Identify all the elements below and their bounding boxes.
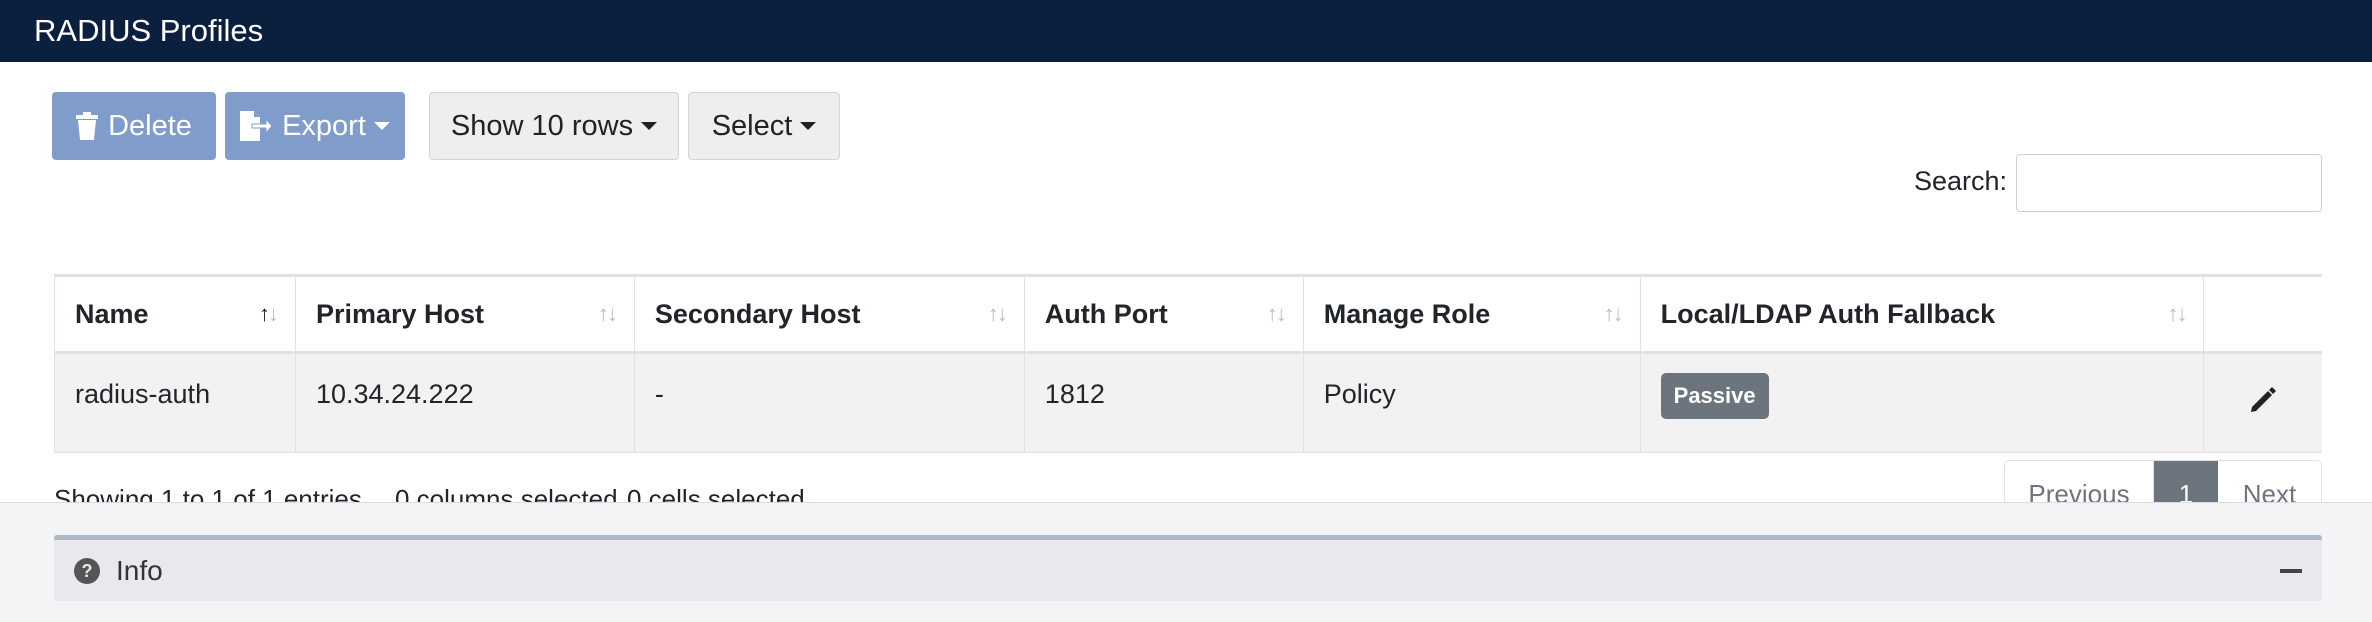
column-header-manage-role[interactable]: Manage Role ↑↓: [1302, 274, 1641, 354]
info-section: ? Info: [0, 502, 2372, 622]
select-dropdown[interactable]: Select: [688, 92, 840, 160]
column-header-fallback[interactable]: Local/LDAP Auth Fallback ↑↓: [1639, 274, 2204, 354]
show-rows-dropdown[interactable]: Show 10 rows: [429, 92, 679, 160]
edit-cell: [2203, 352, 2322, 453]
chevron-down-icon: [641, 122, 658, 130]
column-header-name[interactable]: Name ↑↓: [54, 274, 296, 354]
delete-button[interactable]: Delete: [52, 92, 216, 160]
file-export-icon: [240, 111, 273, 141]
sort-icon: ↑↓: [1603, 301, 1624, 326]
sort-icon: ↑↓: [2167, 301, 2187, 326]
column-header-actions: [2203, 274, 2322, 354]
table-header-row: Name ↑↓ Primary Host ↑↓ Secondary Host ↑…: [54, 274, 2322, 354]
sort-icon: ↑↓: [1266, 301, 1287, 326]
cell-primary-host[interactable]: 10.34.24.222: [294, 352, 635, 453]
svg-text:?: ?: [82, 561, 93, 581]
select-label: Select: [711, 109, 793, 142]
chevron-down-icon: [800, 122, 817, 130]
question-circle-icon: ?: [74, 557, 100, 584]
column-header-primary-host[interactable]: Primary Host ↑↓: [294, 274, 635, 354]
export-button[interactable]: Export: [225, 92, 405, 160]
sort-icon: ↑↓: [987, 301, 1008, 326]
search-label: Search:: [1914, 166, 2008, 196]
info-panel-title: Info: [116, 554, 163, 586]
search-input[interactable]: [2016, 154, 2322, 212]
chevron-down-icon: [373, 122, 390, 130]
minus-icon[interactable]: [2280, 568, 2302, 573]
show-rows-label: Show 10 rows: [450, 109, 634, 142]
main-content: Delete Export Show 10 rows Select Search…: [0, 62, 2372, 528]
sort-icon: ↑↓: [597, 301, 618, 326]
export-label: Export: [282, 109, 366, 142]
cell-secondary-host[interactable]: -: [633, 352, 1025, 453]
page-header: RADIUS Profiles: [0, 0, 2372, 62]
column-header-secondary-host[interactable]: Secondary Host ↑↓: [633, 274, 1025, 354]
pencil-icon[interactable]: [2248, 385, 2278, 415]
radius-profiles-table: Name ↑↓ Primary Host ↑↓ Secondary Host ↑…: [54, 274, 2322, 453]
trash-icon: [76, 112, 99, 140]
column-header-auth-port[interactable]: Auth Port ↑↓: [1023, 274, 1304, 354]
delete-label: Delete: [108, 109, 192, 142]
table-row[interactable]: radius-auth 10.34.24.222 - 1812 Policy P…: [54, 352, 2322, 453]
cell-manage-role[interactable]: Policy: [1302, 352, 1641, 453]
cell-fallback[interactable]: Passive: [1639, 352, 2204, 453]
cell-auth-port[interactable]: 1812: [1023, 352, 1304, 453]
sort-icon: ↑↓: [258, 301, 279, 326]
cell-name[interactable]: radius-auth: [54, 352, 296, 453]
page-title: RADIUS Profiles: [34, 13, 264, 48]
status-badge: Passive: [1660, 373, 1769, 419]
info-panel-header[interactable]: ? Info: [54, 535, 2322, 601]
